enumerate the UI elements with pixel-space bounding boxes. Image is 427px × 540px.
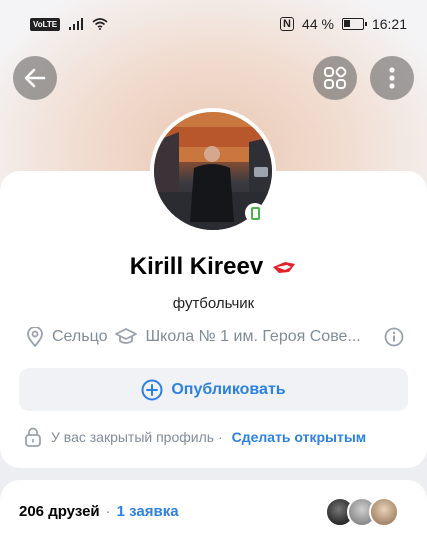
profile-info-row[interactable]: Сельцо Школа № 1 им. Героя Сове... [26,326,404,348]
nfc-icon: N [280,17,295,31]
graduation-cap-icon [115,328,138,344]
friend-avatars[interactable] [325,497,399,527]
signal-icon [69,18,84,30]
private-profile-text: У вас закрытый профиль · [51,429,223,445]
friends-row[interactable]: 206 друзей · 1 заявка [19,503,179,520]
make-open-link[interactable]: Сделать открытым [232,429,367,445]
separator-dot: · [105,503,111,520]
plus-circle-icon [141,379,163,400]
grid-icon [324,66,347,89]
publish-button[interactable]: Опубликовать [19,368,408,411]
battery-icon [341,18,367,30]
location-pin-icon [27,327,43,347]
friend-requests-link[interactable]: 1 заявка [117,503,179,520]
spartak-badge-icon[interactable] [271,258,297,276]
more-vertical-icon [389,67,395,89]
private-profile-row: У вас закрытый профиль · Сделать открыты… [24,427,414,447]
more-button[interactable] [370,56,414,100]
clock: 16:21 [371,16,407,32]
wifi-icon [92,18,108,30]
info-icon[interactable] [384,327,404,347]
friend-avatar [369,497,399,527]
back-arrow-icon [24,68,46,88]
school-label: Школа № 1 им. Героя Сове... [145,328,361,345]
profile-name: Kirill Kireev [129,253,264,280]
lock-icon [25,427,41,447]
profile-status: футбольчик [172,295,255,312]
volte-icon: VoLTE [30,17,61,31]
city-label: Сельцо [52,328,108,345]
battery-percent: 44 % [302,16,334,32]
services-button[interactable] [313,56,357,100]
friends-count[interactable]: 206 друзей [19,503,100,520]
publish-label: Опубликовать [171,380,286,398]
back-button[interactable] [13,56,57,100]
phone-online-icon [250,206,260,220]
status-bar: VoLTE N 44 % 16:21 [0,0,427,48]
online-status [245,203,265,223]
